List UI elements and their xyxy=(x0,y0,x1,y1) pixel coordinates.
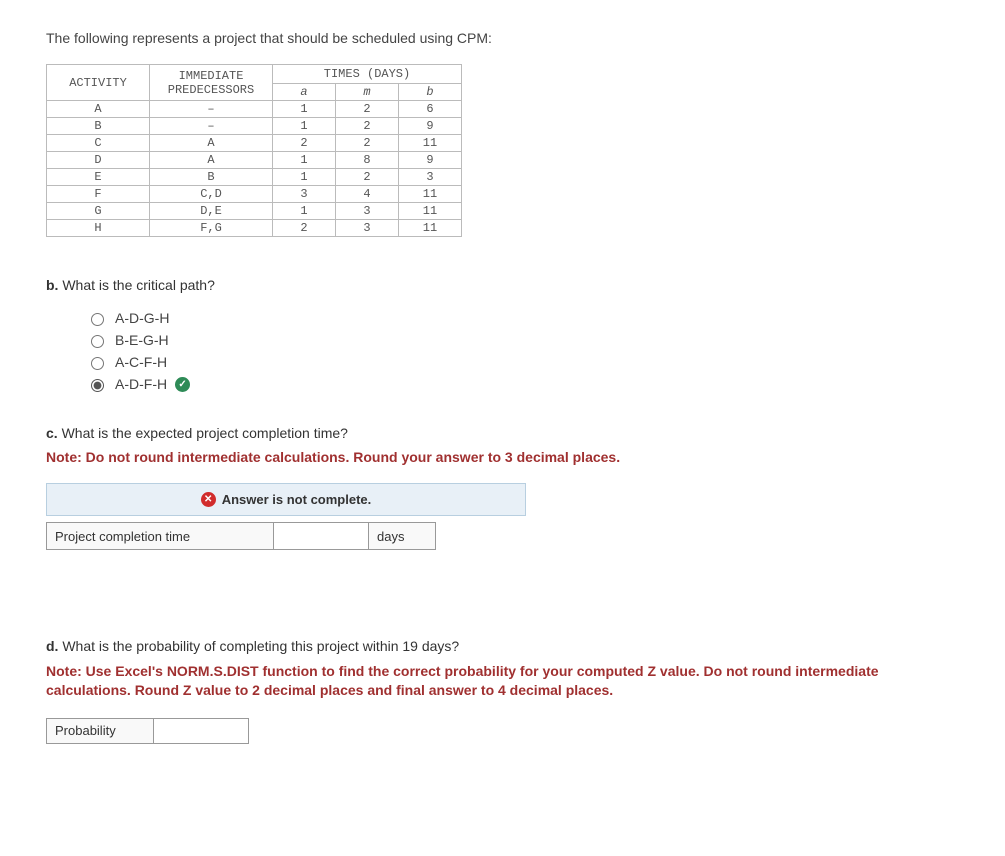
question-b-label: b. What is the critical path? xyxy=(46,277,959,293)
cell-b: 9 xyxy=(399,152,462,169)
cell-a: 1 xyxy=(273,169,336,186)
question-c-label: c. What is the expected project completi… xyxy=(46,425,959,441)
th-activity: ACTIVITY xyxy=(47,65,150,101)
cell-a: 1 xyxy=(273,118,336,135)
answer-table-c: Project completion time days xyxy=(46,522,436,550)
cell-activity: G xyxy=(47,203,150,220)
correct-icon: ✓ xyxy=(175,377,190,392)
cell-activity: F xyxy=(47,186,150,203)
radio-option-2[interactable] xyxy=(91,357,104,370)
option-label: A-C-F-H xyxy=(115,354,167,370)
intro-text: The following represents a project that … xyxy=(46,30,959,46)
feedback-bar-c: ✕ Answer is not complete. xyxy=(46,483,526,516)
cell-b: 6 xyxy=(399,101,462,118)
cell-b: 11 xyxy=(399,220,462,237)
cell-m: 2 xyxy=(336,169,399,186)
table-row: GD,E1311 xyxy=(47,203,462,220)
cell-a: 2 xyxy=(273,220,336,237)
cell-m: 4 xyxy=(336,186,399,203)
d-row-label: Probability xyxy=(47,718,154,743)
option-0: A-D-G-H xyxy=(86,307,959,329)
cell-m: 2 xyxy=(336,118,399,135)
th-b: b xyxy=(399,84,462,101)
table-row: FC,D3411 xyxy=(47,186,462,203)
cell-activity: D xyxy=(47,152,150,169)
q-b-prefix: b. xyxy=(46,277,58,293)
table-row: DA189 xyxy=(47,152,462,169)
feedback-text-c: Answer is not complete. xyxy=(222,492,372,507)
cell-m: 2 xyxy=(336,101,399,118)
note-d: Note: Use Excel's NORM.S.DIST function t… xyxy=(46,662,959,700)
th-times: TIMES (DAYS) xyxy=(273,65,462,84)
table-row: HF,G2311 xyxy=(47,220,462,237)
incorrect-icon: ✕ xyxy=(201,492,216,507)
q-c-text: What is the expected project completion … xyxy=(58,425,348,441)
option-label: A-D-F-H xyxy=(115,376,167,392)
cell-a: 3 xyxy=(273,186,336,203)
cell-pred: F,G xyxy=(150,220,273,237)
cell-m: 3 xyxy=(336,203,399,220)
cell-b: 9 xyxy=(399,118,462,135)
cell-a: 2 xyxy=(273,135,336,152)
table-row: EB123 xyxy=(47,169,462,186)
table-row: A–126 xyxy=(47,101,462,118)
cpm-data-table: ACTIVITY IMMEDIATE PREDECESSORS TIMES (D… xyxy=(46,64,462,237)
cell-activity: E xyxy=(47,169,150,186)
cell-a: 1 xyxy=(273,203,336,220)
project-completion-time-input[interactable] xyxy=(282,527,358,545)
option-2: A-C-F-H xyxy=(86,351,959,373)
th-a: a xyxy=(273,84,336,101)
question-d-label: d. What is the probability of completing… xyxy=(46,638,959,654)
cell-b: 3 xyxy=(399,169,462,186)
cell-pred: – xyxy=(150,101,273,118)
table-row: CA2211 xyxy=(47,135,462,152)
cell-activity: H xyxy=(47,220,150,237)
cell-pred: – xyxy=(150,118,273,135)
radio-option-1[interactable] xyxy=(91,335,104,348)
options-group-b: A-D-G-H B-E-G-H A-C-F-H A-D-F-H ✓ xyxy=(86,307,959,395)
cell-a: 1 xyxy=(273,101,336,118)
cell-a: 1 xyxy=(273,152,336,169)
q-d-text: What is the probability of completing th… xyxy=(58,638,459,654)
cell-pred: A xyxy=(150,152,273,169)
cell-m: 3 xyxy=(336,220,399,237)
q-c-prefix: c. xyxy=(46,425,58,441)
note-c: Note: Do not round intermediate calculat… xyxy=(46,449,959,465)
cell-pred: D,E xyxy=(150,203,273,220)
cell-pred: B xyxy=(150,169,273,186)
probability-input[interactable] xyxy=(162,722,238,740)
cell-activity: B xyxy=(47,118,150,135)
cell-b: 11 xyxy=(399,203,462,220)
option-3: A-D-F-H ✓ xyxy=(86,373,959,395)
radio-option-3[interactable] xyxy=(91,379,104,392)
cell-activity: C xyxy=(47,135,150,152)
option-label: A-D-G-H xyxy=(115,310,169,326)
cell-b: 11 xyxy=(399,186,462,203)
cell-b: 11 xyxy=(399,135,462,152)
option-1: B-E-G-H xyxy=(86,329,959,351)
cell-m: 2 xyxy=(336,135,399,152)
radio-option-0[interactable] xyxy=(91,313,104,326)
table-row: B–129 xyxy=(47,118,462,135)
answer-table-d: Probability xyxy=(46,718,249,744)
cell-m: 8 xyxy=(336,152,399,169)
th-m: m xyxy=(336,84,399,101)
option-label: B-E-G-H xyxy=(115,332,169,348)
cell-pred: C,D xyxy=(150,186,273,203)
q-d-prefix: d. xyxy=(46,638,58,654)
cell-activity: A xyxy=(47,101,150,118)
cell-pred: A xyxy=(150,135,273,152)
q-b-text: What is the critical path? xyxy=(58,277,214,293)
th-predecessors: IMMEDIATE PREDECESSORS xyxy=(150,65,273,101)
c-unit: days xyxy=(369,523,436,550)
c-row-label: Project completion time xyxy=(47,523,274,550)
